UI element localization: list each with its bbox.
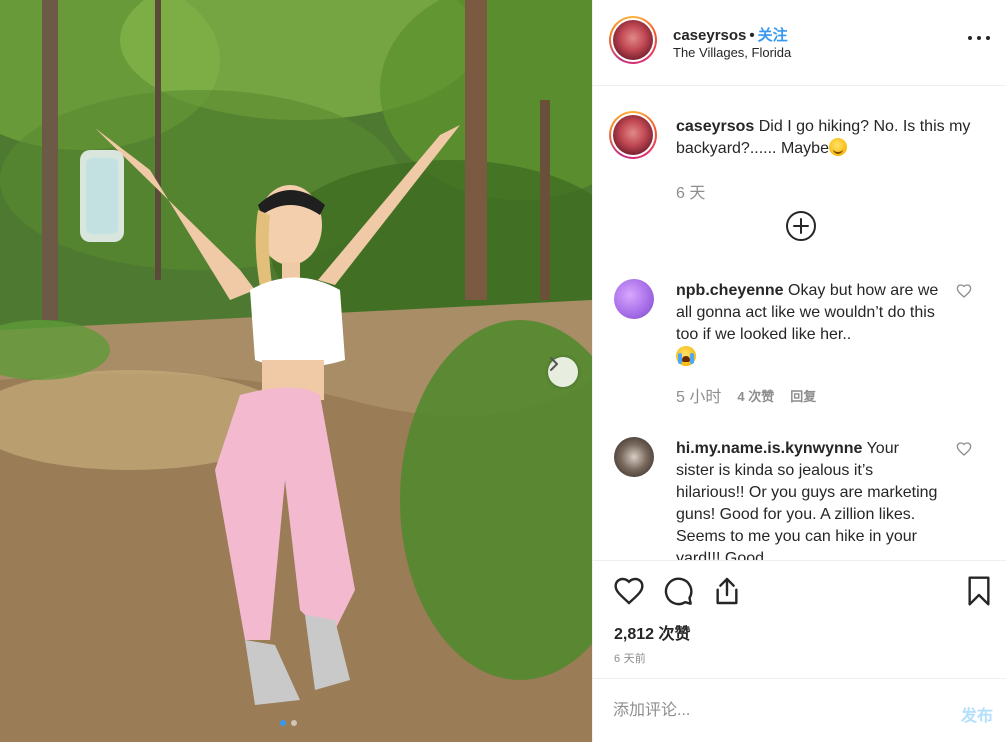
- plus-icon: [793, 218, 809, 234]
- comment-username[interactable]: hi.my.name.is.kynwynne: [676, 440, 862, 457]
- heart-icon[interactable]: [613, 575, 645, 607]
- share-icon[interactable]: [711, 575, 743, 607]
- comment-timestamp[interactable]: 5 小时: [676, 383, 721, 407]
- next-slide-button[interactable]: [548, 357, 578, 387]
- photo-illustration: [0, 0, 592, 742]
- post-location[interactable]: The Villages, Florida: [673, 45, 791, 60]
- comment-username[interactable]: npb.cheyenne: [676, 282, 784, 299]
- bookmark-icon[interactable]: [963, 575, 995, 607]
- heart-icon[interactable]: [956, 441, 972, 457]
- carousel-dot-active: [280, 720, 286, 726]
- caption-timestamp[interactable]: 6 天: [676, 179, 705, 203]
- likes-count[interactable]: 2,812 次赞: [614, 620, 691, 644]
- post-photo[interactable]: [0, 0, 592, 742]
- post-comment-button[interactable]: 发布: [961, 702, 993, 726]
- post-header: caseyrsos • 关注 The Villages, Florida: [593, 0, 1006, 86]
- avatar[interactable]: [614, 279, 654, 319]
- follow-button[interactable]: 关注: [758, 27, 788, 44]
- post-author-username[interactable]: caseyrsos: [673, 27, 746, 44]
- avatar[interactable]: [609, 16, 657, 64]
- post-details-panel: caseyrsos • 关注 The Villages, Florida casey…: [592, 0, 1006, 742]
- comments-list[interactable]: caseyrsos Did I go hiking? No. Is this m…: [593, 87, 1006, 560]
- chevron-right-icon: [550, 357, 558, 371]
- reply-button[interactable]: 回复: [790, 386, 816, 405]
- loudly-crying-face-emoji-icon: [676, 346, 696, 366]
- heart-icon[interactable]: [956, 283, 972, 299]
- comment-text: Your sister is kinda so jealous it’s hil…: [676, 440, 938, 560]
- comment-input[interactable]: [613, 699, 933, 723]
- more-options-icon[interactable]: [968, 33, 990, 43]
- post-date[interactable]: 6 天前: [614, 650, 646, 666]
- carousel-dot: [291, 720, 297, 726]
- smiling-face-emoji-icon: [828, 138, 847, 156]
- post-actions: 2,812 次赞 6 天前: [593, 560, 1006, 678]
- carousel-indicator: [280, 720, 297, 726]
- avatar[interactable]: [609, 111, 657, 159]
- comment-meta: 5 小时 4 次赞 回复: [676, 383, 816, 407]
- add-comment-section: 发布: [593, 678, 1006, 742]
- comment-bubble-icon[interactable]: [662, 575, 694, 607]
- comment-likes-count[interactable]: 4 次赞: [737, 386, 774, 405]
- avatar[interactable]: [614, 437, 654, 477]
- caption-username[interactable]: caseyrsos: [676, 118, 754, 135]
- separator-dot: •: [749, 27, 755, 44]
- load-more-comments-button[interactable]: [786, 211, 816, 241]
